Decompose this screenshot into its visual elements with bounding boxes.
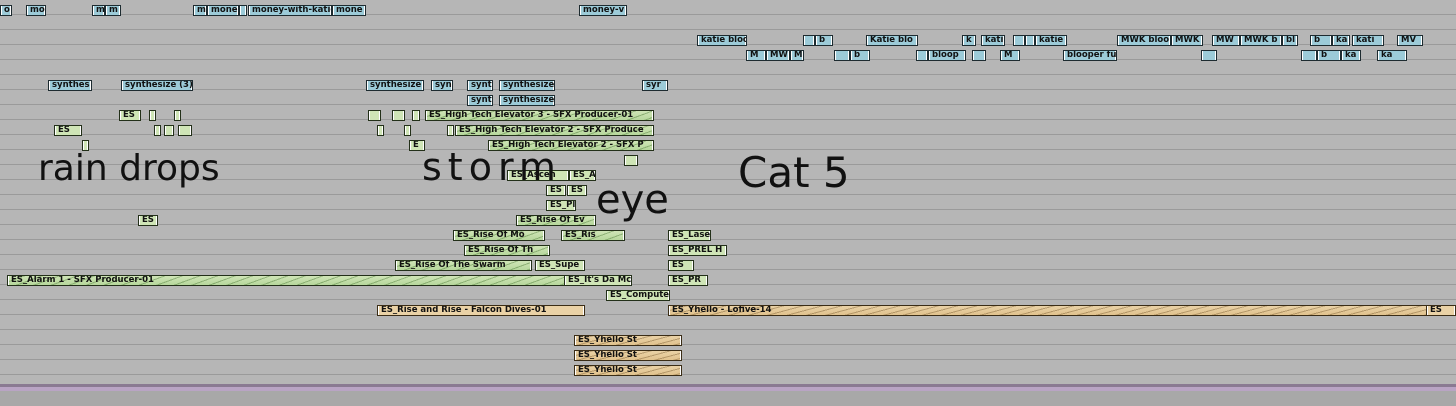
timeline[interactable]: o mo m m m mone money-with-katie mone mo… <box>0 0 1456 406</box>
audio-clip[interactable] <box>447 125 454 136</box>
audio-clip[interactable] <box>368 110 381 121</box>
audio-clip[interactable]: b <box>1310 35 1332 46</box>
audio-clip[interactable]: money-with-katie <box>248 5 332 16</box>
audio-clip[interactable]: blooper fu <box>1063 50 1117 61</box>
audio-clip[interactable] <box>404 125 411 136</box>
audio-clip[interactable]: ES_Pl <box>546 200 576 211</box>
audio-clip[interactable] <box>149 110 156 121</box>
audio-clip[interactable]: katie bloo <box>697 35 747 46</box>
audio-clip[interactable]: ES <box>567 185 587 196</box>
audio-clip[interactable]: b <box>815 35 833 46</box>
audio-clip[interactable]: ES_PR <box>668 275 708 286</box>
audio-clip[interactable] <box>1201 50 1217 61</box>
audio-clip[interactable]: M <box>746 50 766 61</box>
audio-clip[interactable]: kati <box>1352 35 1384 46</box>
audio-clip[interactable]: M <box>790 50 804 61</box>
audio-clip[interactable]: mone <box>332 5 366 16</box>
audio-clip[interactable]: syr <box>642 80 668 91</box>
audio-clip[interactable]: ES_Rise Of Mo <box>453 230 545 241</box>
audio-clip[interactable]: Katie blo <box>866 35 918 46</box>
audio-clip[interactable]: synthesize <box>499 95 555 106</box>
audio-clip[interactable]: MV <box>1397 35 1423 46</box>
audio-clip[interactable]: MWK b <box>1240 35 1282 46</box>
audio-clip[interactable] <box>972 50 986 61</box>
annotation-eye: eye <box>596 177 669 223</box>
audio-clip[interactable]: ES <box>54 125 82 136</box>
audio-clip[interactable]: katie <box>1035 35 1067 46</box>
audio-clip[interactable] <box>164 125 174 136</box>
audio-clip[interactable]: ES <box>668 260 694 271</box>
audio-clip[interactable]: mo <box>26 5 46 16</box>
audio-clip[interactable]: mone <box>207 5 239 16</box>
audio-clip[interactable]: ES_Lase <box>668 230 711 241</box>
audio-clip[interactable]: synthesize <box>499 80 555 91</box>
audio-clip[interactable]: ES_Compute <box>606 290 670 301</box>
audio-clip[interactable] <box>377 125 384 136</box>
audio-clip[interactable]: o <box>0 5 12 16</box>
audio-clip[interactable]: ES_Rise and Rise - Falcon Dives-01 <box>377 305 585 316</box>
audio-clip[interactable]: synthes <box>48 80 92 91</box>
audio-clip[interactable]: bloop <box>928 50 966 61</box>
annotation-rain-drops: rain drops <box>38 148 220 189</box>
audio-clip[interactable]: MWK bloo <box>1117 35 1171 46</box>
audio-clip[interactable] <box>239 5 247 16</box>
audio-clip[interactable]: k <box>962 35 976 46</box>
audio-clip[interactable]: ES_High Tech Elevator 2 - SFX Produce <box>455 125 654 136</box>
audio-clip[interactable]: ka <box>1341 50 1361 61</box>
audio-clip[interactable]: synt <box>467 80 493 91</box>
audio-clip[interactable]: syn <box>431 80 453 91</box>
audio-clip[interactable]: M <box>1000 50 1020 61</box>
annotation-cat5: Cat 5 <box>738 148 850 197</box>
audio-clip[interactable]: ES_Alarm 1 - SFX Producer-01 <box>7 275 587 286</box>
audio-clip[interactable]: synthesize <box>366 80 424 91</box>
audio-clip[interactable]: ES_High Tech Elevator 3 - SFX Producer-0… <box>425 110 654 121</box>
audio-clip[interactable]: money-v <box>579 5 627 16</box>
audio-clip[interactable]: ES_Ris <box>561 230 625 241</box>
audio-clip[interactable]: ES_PREL H <box>668 245 727 256</box>
audio-clip[interactable] <box>1025 35 1035 46</box>
audio-clip[interactable] <box>834 50 850 61</box>
audio-clip[interactable]: ES_A <box>569 170 596 181</box>
audio-clip[interactable]: kati <box>981 35 1005 46</box>
audio-clip[interactable]: MW <box>766 50 790 61</box>
audio-clip[interactable]: ES_Yhello St <box>574 350 682 361</box>
audio-clip[interactable]: m <box>193 5 207 16</box>
audio-clip[interactable]: MWK <box>1171 35 1203 46</box>
audio-clip[interactable]: ka <box>1377 50 1407 61</box>
audio-clip[interactable]: ES <box>119 110 141 121</box>
audio-clip[interactable]: synthesize (3) <box>121 80 193 91</box>
annotation-storm: storm <box>422 145 562 189</box>
audio-clip[interactable] <box>392 110 405 121</box>
audio-clip[interactable]: ka <box>1332 35 1350 46</box>
audio-clip[interactable]: ES_Yhello - Lofive-14 <box>668 305 1428 316</box>
audio-clip[interactable] <box>174 110 181 121</box>
audio-clip[interactable] <box>154 125 161 136</box>
audio-clip[interactable]: synt <box>467 95 493 106</box>
audio-clip[interactable] <box>1013 35 1025 46</box>
audio-clip[interactable]: ES_Supe <box>535 260 585 271</box>
audio-clip[interactable]: ES_Rise Of Ev <box>516 215 596 226</box>
audio-clip[interactable]: ES_Yhello St <box>574 335 682 346</box>
audio-clip[interactable]: MW <box>1212 35 1240 46</box>
audio-clip[interactable]: ES_It's Da Mc <box>564 275 632 286</box>
audio-clip[interactable]: b <box>1317 50 1341 61</box>
audio-clip[interactable]: m <box>105 5 121 16</box>
audio-clip[interactable]: ES <box>138 215 158 226</box>
audio-clip[interactable] <box>803 35 815 46</box>
audio-clip[interactable] <box>1301 50 1317 61</box>
audio-clip[interactable]: ES_Rise Of Th <box>464 245 550 256</box>
horizontal-scrollbar[interactable] <box>0 384 1456 406</box>
audio-clip[interactable]: b <box>850 50 870 61</box>
audio-clip[interactable]: ES_Rise Of The Swarm <box>395 260 532 271</box>
audio-clip[interactable]: m <box>92 5 105 16</box>
audio-clip[interactable]: ES <box>1426 305 1456 316</box>
audio-clip[interactable]: ES_Yhello St <box>574 365 682 376</box>
audio-clip[interactable] <box>916 50 928 61</box>
audio-clip[interactable] <box>178 125 192 136</box>
audio-clip[interactable] <box>624 155 638 166</box>
audio-clip[interactable] <box>412 110 420 121</box>
audio-clip[interactable]: bl <box>1282 35 1298 46</box>
